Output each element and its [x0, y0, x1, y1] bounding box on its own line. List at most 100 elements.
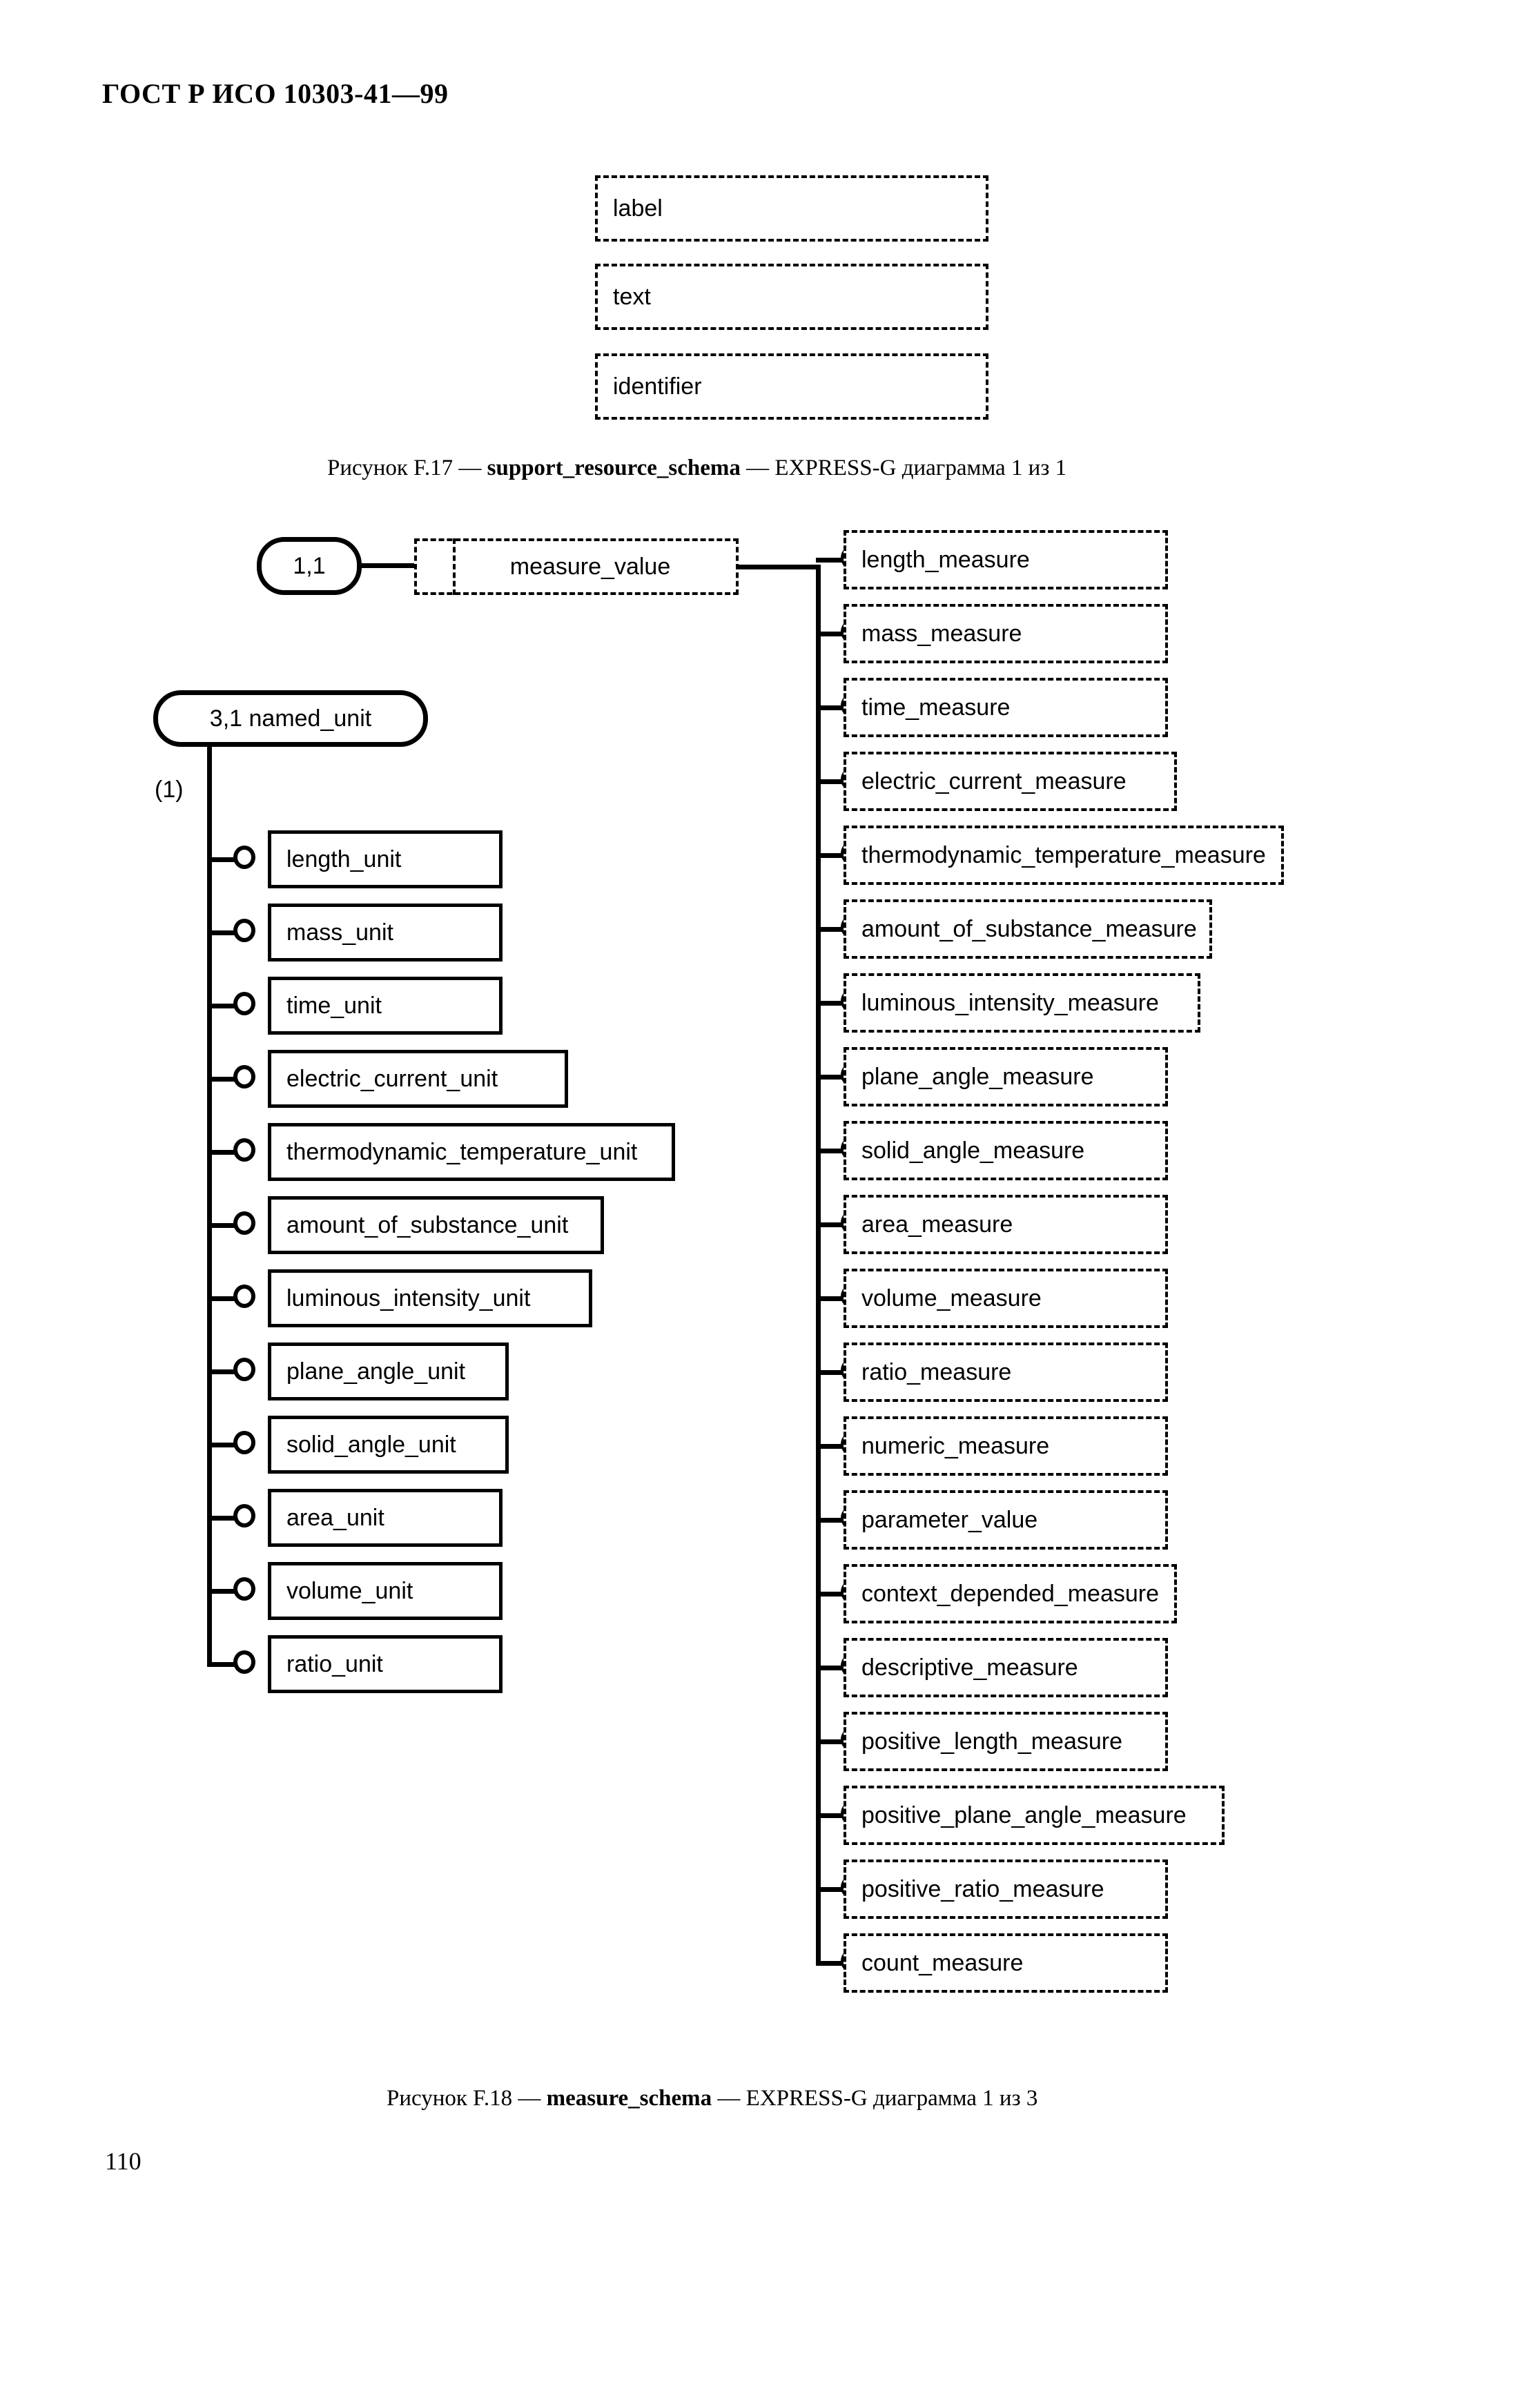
- f18-branch-left-10: [207, 1589, 236, 1594]
- f18-branch-left-1: [207, 930, 236, 935]
- f18-measure-node-9: area_measure: [844, 1195, 1168, 1254]
- figure-f17-caption: Рисунок F.17 — support_resource_schema —…: [327, 456, 1066, 481]
- f18-page-reference-1-1: 1,1: [257, 537, 362, 595]
- f18-measure-node-11: ratio_measure: [844, 1343, 1168, 1402]
- f18-measure-node-8-label: solid_angle_measure: [861, 1138, 1085, 1164]
- f18-branch-right-14: [816, 1592, 844, 1597]
- f18-measure-node-2: time_measure: [844, 678, 1168, 737]
- f18-measure-node-0-label: length_measure: [861, 547, 1030, 573]
- f18-unit-node-3: electric_current_unit: [268, 1050, 568, 1108]
- figure-f18-caption-prefix: Рисунок F.18 —: [387, 2086, 547, 2111]
- document-page: ГОСТ Р ИСО 10303-41—99 label text identifi…: [0, 0, 1540, 2382]
- f18-measure-node-17: positive_plane_angle_measure: [844, 1786, 1225, 1845]
- f18-measure-node-10-label: volume_measure: [861, 1285, 1042, 1311]
- f18-measure-node-13-label: parameter_value: [861, 1507, 1038, 1533]
- f18-unit-node-0-label: length_unit: [286, 846, 402, 872]
- f18-connector-circle-left-6: [233, 1285, 255, 1308]
- f18-measure-node-7-label: plane_angle_measure: [861, 1064, 1094, 1090]
- f18-supertype-annotation: (1): [155, 777, 184, 803]
- f18-connector-circle-left-1: [233, 919, 255, 942]
- f18-measure-node-15-label: descriptive_measure: [861, 1654, 1078, 1681]
- f18-branch-left-8: [207, 1443, 236, 1447]
- f18-connector-circle-left-10: [233, 1577, 255, 1601]
- figure-f18-caption-schema: measure_schema: [546, 2086, 712, 2111]
- f18-branch-right-7: [816, 1075, 844, 1080]
- f18-connector-circle-left-7: [233, 1358, 255, 1381]
- f18-unit-node-7-label: plane_angle_unit: [286, 1358, 466, 1385]
- figure-f18-caption: Рисунок F.18 — measure_schema — EXPRESS-…: [387, 2086, 1037, 2111]
- f18-branch-left-7: [207, 1369, 236, 1374]
- f18-connector-circle-left-5: [233, 1211, 255, 1235]
- figure-f17-caption-suffix: — EXPRESS-G диаграмма 1 из 1: [740, 456, 1067, 480]
- f18-branch-right-19: [816, 1961, 844, 1966]
- f18-branch-right-4: [816, 853, 844, 858]
- f18-measure-node-4: thermodynamic_temperature_measure: [844, 826, 1284, 885]
- f18-select-divider: [453, 538, 456, 595]
- f18-unit-node-5: amount_of_substance_unit: [268, 1196, 604, 1254]
- f18-branch-left-5: [207, 1223, 236, 1228]
- f18-branch-right-2: [816, 705, 844, 710]
- f18-unit-node-4: thermodynamic_temperature_unit: [268, 1123, 675, 1181]
- f18-unit-node-1: mass_unit: [268, 904, 503, 961]
- f18-page-reference-1-1-label: 1,1: [293, 553, 326, 579]
- f18-measure-node-2-label: time_measure: [861, 694, 1011, 721]
- f18-branch-left-2: [207, 1004, 236, 1008]
- f18-branch-right-10: [816, 1296, 844, 1301]
- f18-measure-node-9-label: area_measure: [861, 1211, 1013, 1238]
- f18-branch-right-8: [816, 1149, 844, 1153]
- f18-branch-left-3: [207, 1077, 236, 1082]
- f18-select-node-measure-value: measure_value: [414, 538, 739, 595]
- f18-measure-node-14: context_depended_measure: [844, 1564, 1177, 1623]
- f18-measure-node-5-label: amount_of_substance_measure: [861, 916, 1197, 942]
- f18-measure-node-19: count_measure: [844, 1933, 1168, 1993]
- f18-measure-node-1-label: mass_measure: [861, 621, 1022, 647]
- f18-branch-right-1: [816, 632, 844, 636]
- f18-measure-node-14-label: context_depended_measure: [861, 1581, 1159, 1607]
- f18-unit-node-8-label: solid_angle_unit: [286, 1432, 456, 1458]
- f18-select-node-measure-value-label: measure_value: [509, 554, 671, 580]
- f18-unit-node-8: solid_angle_unit: [268, 1416, 509, 1474]
- f18-unit-node-5-label: amount_of_substance_unit: [286, 1212, 569, 1238]
- f18-unit-node-11-label: ratio_unit: [286, 1651, 383, 1677]
- f18-connector-circle-left-9: [233, 1504, 255, 1527]
- f18-unit-node-9: area_unit: [268, 1489, 503, 1547]
- f18-measure-node-11-label: ratio_measure: [861, 1359, 1012, 1385]
- f18-measure-node-18: positive_ratio_measure: [844, 1859, 1168, 1919]
- figure-f17-caption-schema: support_resource_schema: [487, 456, 741, 480]
- f17-type-node-2-label: identifier: [613, 373, 702, 400]
- f18-right-trunk: [816, 565, 821, 1966]
- f18-measure-node-7: plane_angle_measure: [844, 1047, 1168, 1106]
- f18-measure-node-16: positive_length_measure: [844, 1712, 1168, 1771]
- f17-type-node-1-label: text: [613, 284, 651, 310]
- f18-connector-circle-left-8: [233, 1431, 255, 1454]
- f18-branch-left-4: [207, 1150, 236, 1155]
- f18-measure-node-6-label: luminous_intensity_measure: [861, 990, 1159, 1016]
- f18-branch-right-13: [816, 1518, 844, 1523]
- f18-measure-node-3: electric_current_measure: [844, 752, 1177, 811]
- f18-measure-node-1: mass_measure: [844, 604, 1168, 663]
- f18-measure-node-15: descriptive_measure: [844, 1638, 1168, 1697]
- f18-branch-left-9: [207, 1516, 236, 1521]
- figure-f18-caption-suffix: — EXPRESS-G диаграмма 1 из 3: [712, 2086, 1038, 2111]
- f18-branch-right-15: [816, 1666, 844, 1670]
- f18-branch-right-9: [816, 1222, 844, 1227]
- f18-connector-circle-left-3: [233, 1065, 255, 1089]
- f18-unit-node-0: length_unit: [268, 830, 503, 888]
- f18-unit-node-4-label: thermodynamic_temperature_unit: [286, 1139, 638, 1165]
- f18-measure-node-5: amount_of_substance_measure: [844, 899, 1212, 959]
- f18-measure-node-12: numeric_measure: [844, 1416, 1168, 1476]
- f18-unit-node-9-label: area_unit: [286, 1505, 384, 1531]
- f18-branch-right-11: [816, 1370, 844, 1375]
- f18-measure-node-13: parameter_value: [844, 1490, 1168, 1550]
- f18-connector-circle-left-2: [233, 992, 255, 1015]
- f18-measure-node-8: solid_angle_measure: [844, 1121, 1168, 1180]
- f18-branch-right-18: [816, 1887, 844, 1892]
- f18-branch-right-16: [816, 1739, 844, 1744]
- f18-branch-right-3: [816, 779, 844, 784]
- f18-supertype-reference-named-unit: 3,1 named_unit: [153, 690, 428, 747]
- f18-unit-node-2: time_unit: [268, 977, 503, 1035]
- f18-measure-node-0: length_measure: [844, 530, 1168, 589]
- f18-unit-node-1-label: mass_unit: [286, 919, 393, 946]
- f18-measure-node-19-label: count_measure: [861, 1950, 1024, 1976]
- f18-measure-node-12-label: numeric_measure: [861, 1433, 1050, 1459]
